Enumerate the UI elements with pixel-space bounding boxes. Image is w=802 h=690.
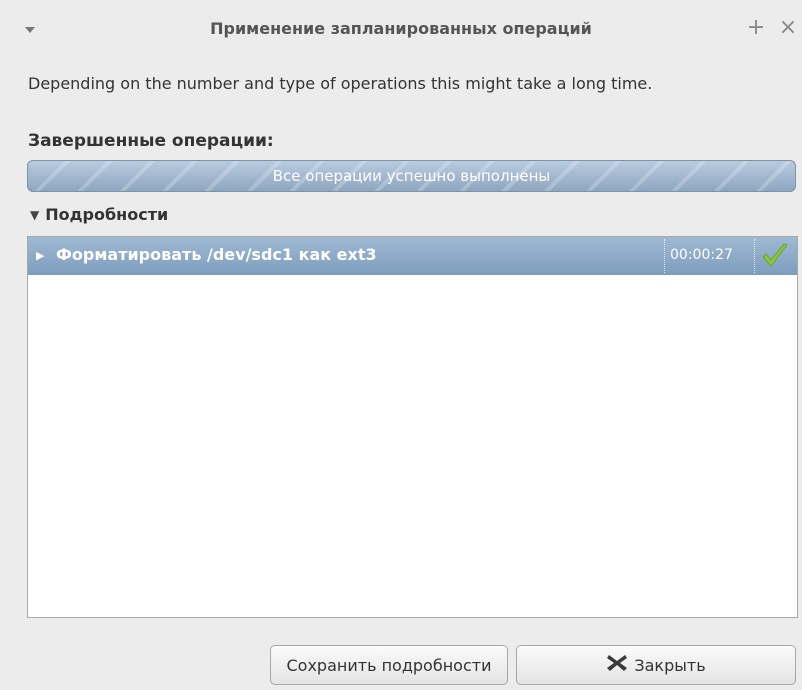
x-icon — [606, 653, 628, 677]
operation-label: Форматировать /dev/sdc1 как ext3 — [56, 245, 377, 264]
triangle-down-icon: ▼ — [30, 207, 40, 222]
progress-bar: Все операции успешно выполнены — [27, 160, 796, 192]
completed-operations-label: Завершенные операции: — [28, 131, 274, 151]
apply-operations-dialog: Применение запланированных операций + × … — [0, 0, 802, 690]
chevron-down-icon[interactable] — [22, 22, 38, 38]
details-expander[interactable]: ▼ Подробности — [30, 205, 168, 224]
column-separator — [754, 239, 755, 273]
description-text: Depending on the number and type of oper… — [28, 74, 653, 93]
close-button[interactable]: Закрыть — [516, 645, 796, 685]
operation-row[interactable]: ▶ Форматировать /dev/sdc1 как ext3 00:00… — [28, 237, 797, 275]
save-details-label: Сохранить подробности — [286, 655, 492, 675]
column-separator — [664, 239, 665, 273]
operation-time: 00:00:27 — [670, 247, 733, 263]
checkmark-icon — [760, 242, 790, 270]
close-label: Закрыть — [634, 655, 706, 675]
title-bar[interactable]: Применение запланированных операций + × — [0, 0, 802, 62]
save-details-button[interactable]: Сохранить подробности — [270, 645, 508, 685]
progress-text: Все операции успешно выполнены — [272, 167, 551, 185]
plus-icon[interactable]: + — [744, 14, 768, 42]
window-title: Применение запланированных операций — [210, 19, 592, 38]
details-label: Подробности — [45, 205, 169, 224]
close-icon[interactable]: × — [776, 14, 800, 42]
triangle-right-icon[interactable]: ▶ — [36, 249, 44, 262]
details-tree[interactable]: ▶ Форматировать /dev/sdc1 как ext3 00:00… — [27, 236, 798, 618]
